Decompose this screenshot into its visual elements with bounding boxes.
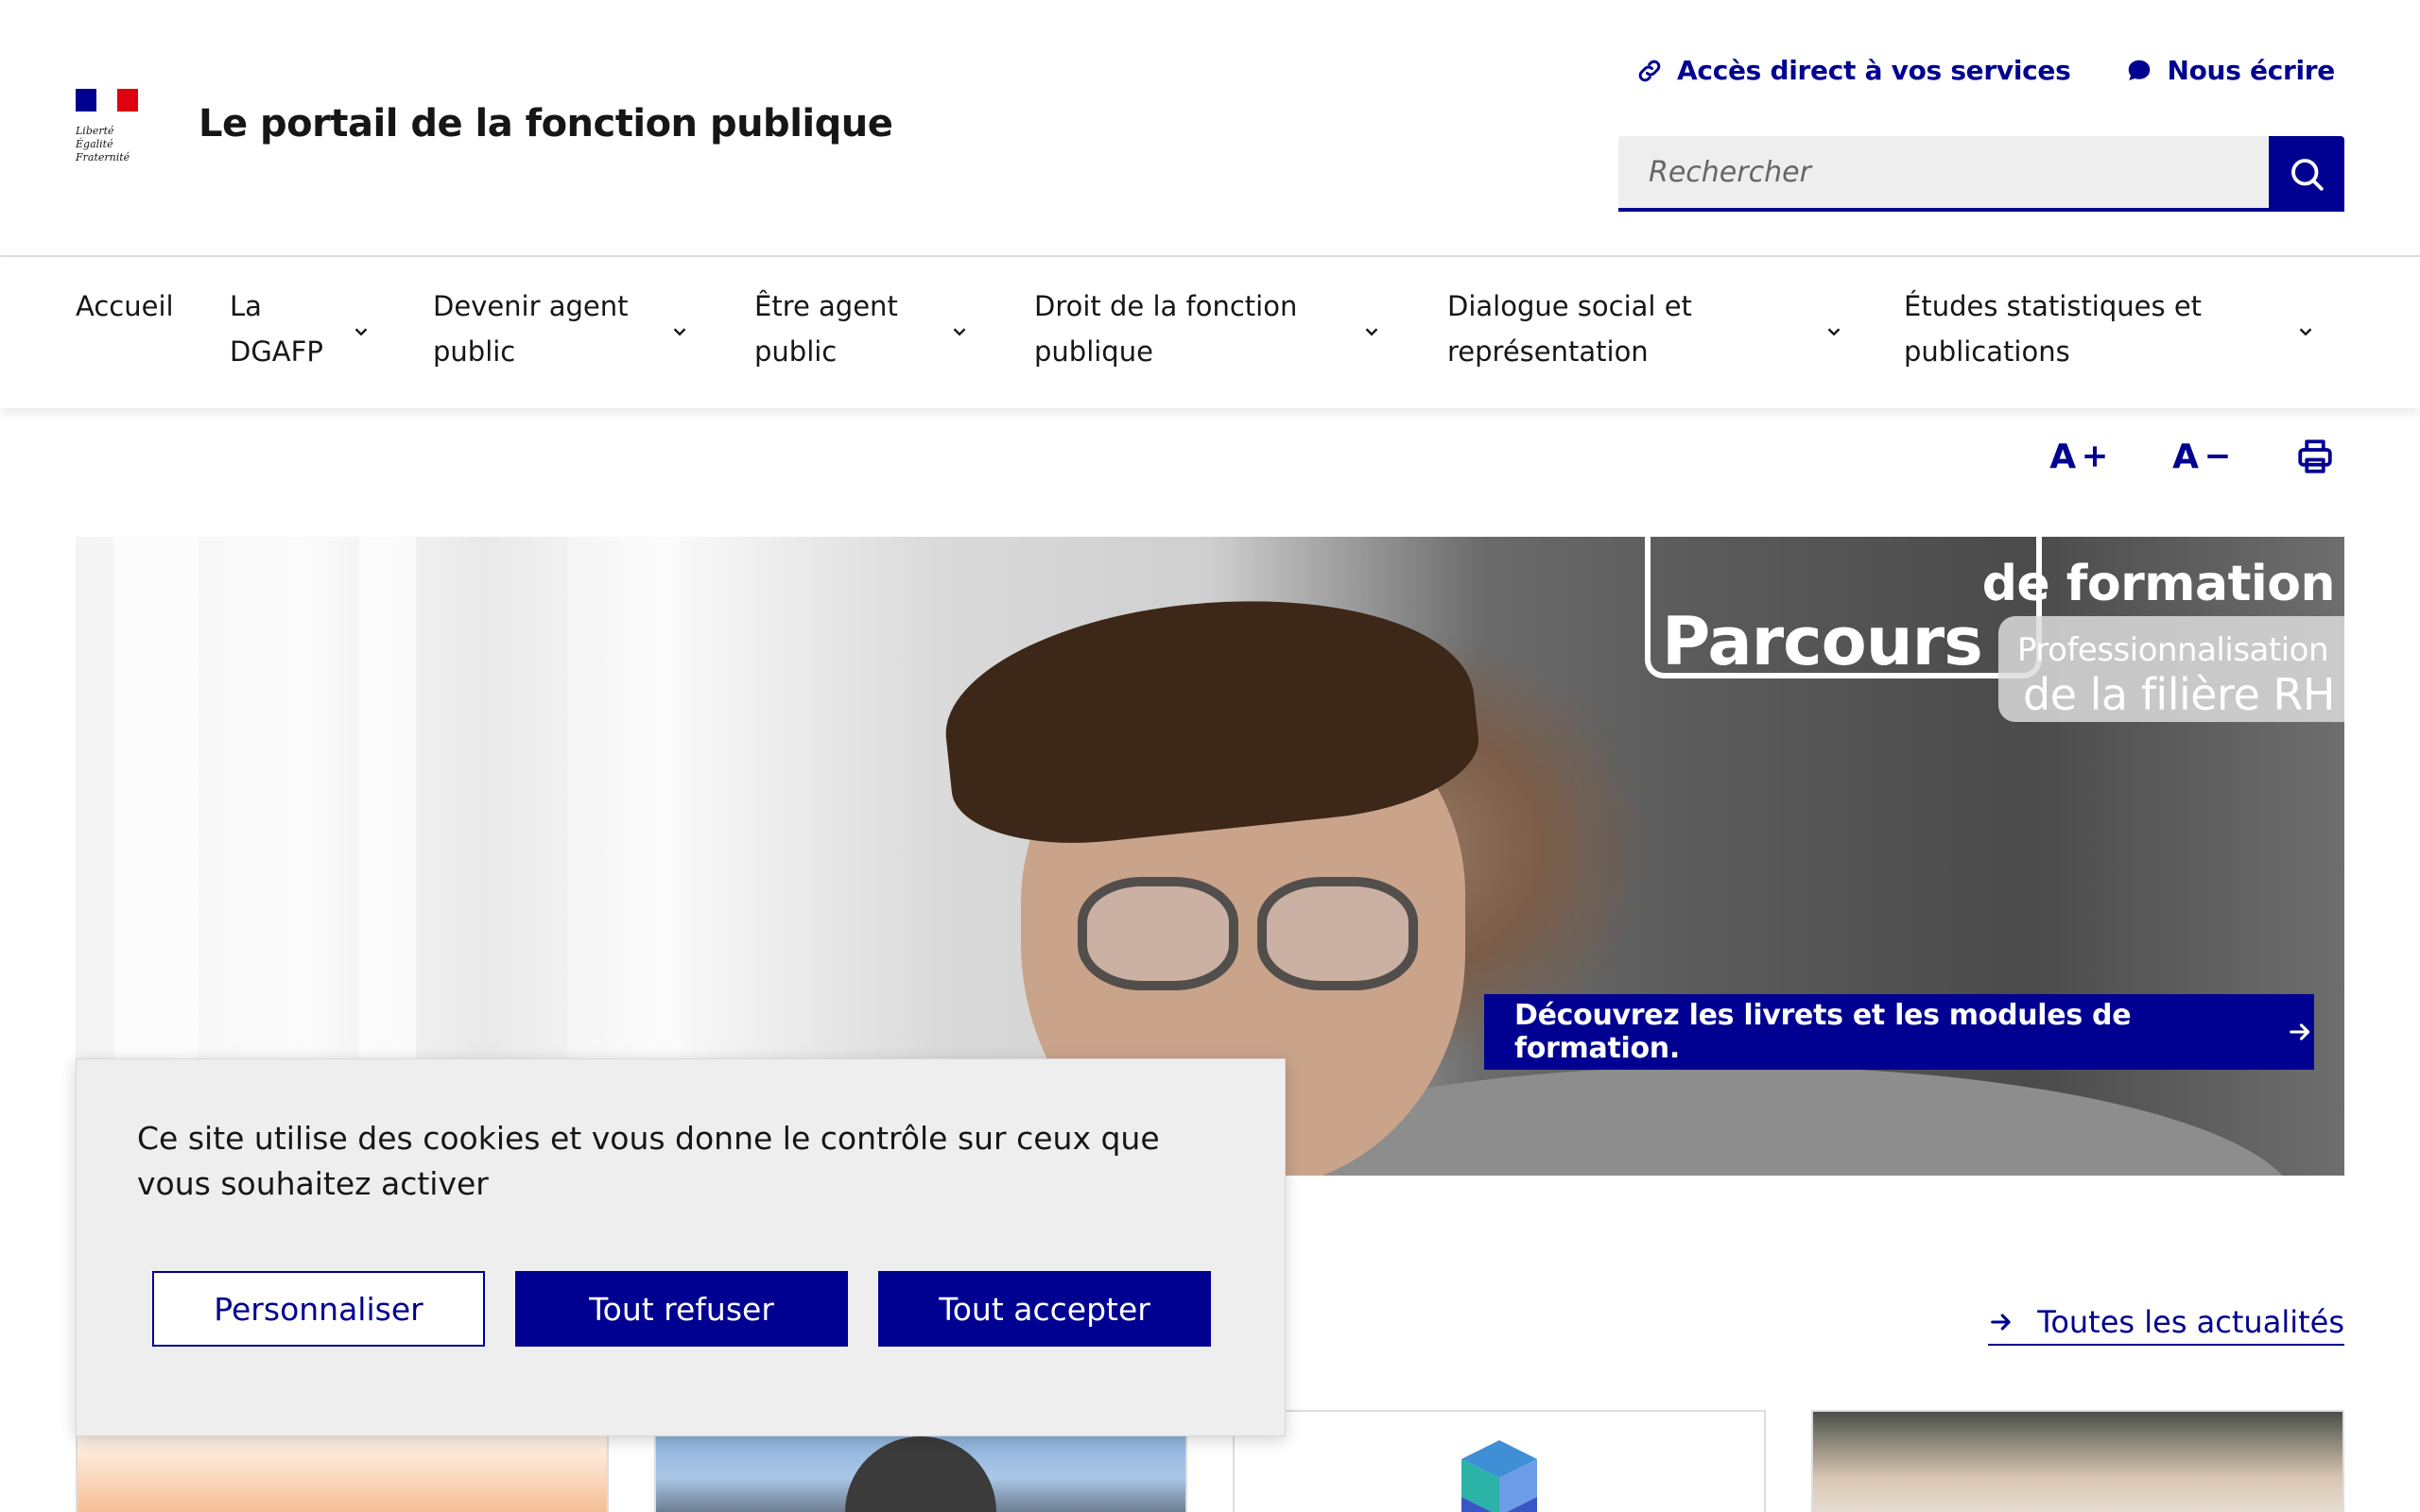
arrow-right-icon — [1991, 1314, 2011, 1331]
hero-title-de-formation: de formation — [1981, 556, 2336, 612]
hero-photo-glasses-right — [1257, 877, 1418, 990]
direct-access-link[interactable]: Accès direct à vos services — [1635, 55, 2071, 86]
chevron-down-icon — [1827, 328, 1841, 336]
nav-item-etudes-statistiques[interactable]: Études statistiques et publications — [1904, 284, 2316, 374]
print-button[interactable] — [2295, 437, 2335, 476]
header-tool-links: Accès direct à vos services Nous écrire — [1635, 55, 2335, 86]
nav-item-label: Être agent — [754, 290, 898, 322]
nav-item-label: public — [433, 335, 516, 368]
nav-item-label: publications — [1904, 335, 2070, 368]
decrease-text-button[interactable]: A — [2172, 438, 2233, 476]
arrow-right-icon — [2290, 1023, 2310, 1040]
contact-link[interactable]: Nous écrire — [2125, 55, 2335, 86]
logo-motto: Liberté Égalité Fraternité — [76, 125, 130, 163]
nav-item-devenir-agent[interactable]: Devenir agent public — [433, 284, 690, 374]
nav-item-accueil[interactable]: Accueil — [76, 284, 174, 329]
nav-item-label: public — [754, 335, 838, 368]
chevron-down-icon — [1365, 328, 1378, 336]
cookie-banner-text: Ce site utilise des cookies et vous donn… — [137, 1120, 1160, 1202]
nav-item-etre-agent[interactable]: Être agent public — [754, 284, 970, 374]
personalize-cookies-button[interactable]: Personnaliser — [152, 1271, 485, 1347]
site-title[interactable]: Le portail de la fonction publique — [199, 102, 893, 146]
all-news-label: Toutes les actualités — [2037, 1304, 2344, 1340]
search-icon — [2291, 159, 2324, 191]
printer-icon — [2298, 439, 2332, 473]
nav-item-label: Accueil — [76, 290, 174, 322]
increase-text-label: A — [2049, 437, 2077, 476]
chevron-down-icon — [354, 328, 368, 336]
republique-francaise-logo[interactable]: Liberté Égalité Fraternité — [76, 89, 142, 164]
nav-item-dgafp[interactable]: La DGAFP — [230, 284, 372, 374]
nav-item-droit-fonction-publique[interactable]: Droit de la fonction publique — [1034, 284, 1382, 374]
nav-item-label: représentation — [1447, 335, 1649, 368]
news-card-image — [1461, 1440, 1537, 1512]
accessibility-tools: A A — [2049, 437, 2335, 476]
french-flag-icon — [76, 89, 138, 112]
plus-icon — [2084, 446, 2105, 467]
search-button[interactable] — [2269, 136, 2344, 212]
nav-item-label: Études statistiques et — [1904, 290, 2203, 322]
hero-cta-label: Découvrez les livrets et les modules de … — [1514, 999, 2132, 1065]
all-news-link[interactable]: Toutes les actualités — [1988, 1304, 2344, 1346]
search-bar — [1618, 136, 2344, 212]
hero-title-parcours: Parcours — [1662, 603, 1983, 680]
nav-item-label: Devenir agent — [433, 290, 629, 322]
direct-access-label: Accès direct à vos services — [1677, 55, 2071, 86]
chevron-down-icon — [673, 328, 686, 336]
news-card[interactable] — [1811, 1410, 2344, 1512]
contact-label: Nous écrire — [2167, 55, 2335, 86]
chat-bubble-icon — [2129, 60, 2151, 80]
accept-all-cookies-button[interactable]: Tout accepter — [878, 1271, 1211, 1347]
hero-photo-glasses-left — [1078, 877, 1238, 990]
decrease-text-label: A — [2172, 437, 2199, 476]
main-navigation: Accueil La DGAFP Devenir agent public Êt… — [0, 259, 2420, 408]
link-icon — [1638, 60, 1661, 81]
cookie-consent-banner: Ce site utilise des cookies et vous donn… — [76, 1058, 1286, 1436]
nav-item-label: Dialogue social et — [1447, 290, 1692, 322]
hero-subtitle-line2: de la filière RH — [2023, 669, 2335, 720]
refuse-all-cookies-button[interactable]: Tout refuser — [515, 1271, 848, 1347]
site-header: Liberté Égalité Fraternité Le portail de… — [0, 0, 2420, 257]
news-card[interactable] — [1233, 1410, 1766, 1512]
nav-item-label: Droit de la fonction — [1034, 290, 1298, 322]
nav-item-label: publique — [1034, 335, 1153, 368]
search-input[interactable] — [1618, 136, 2269, 212]
hero-subtitle-line1: Professionnalisation — [2017, 631, 2329, 669]
minus-icon — [2207, 455, 2228, 458]
hero-cta-button[interactable]: Découvrez les livrets et les modules de … — [1484, 994, 2314, 1070]
news-card-image — [845, 1436, 996, 1512]
increase-text-button[interactable]: A — [2049, 438, 2110, 476]
chevron-down-icon — [953, 328, 966, 336]
chevron-down-icon — [2299, 328, 2312, 336]
nav-item-dialogue-social[interactable]: Dialogue social et représentation — [1447, 284, 1844, 374]
